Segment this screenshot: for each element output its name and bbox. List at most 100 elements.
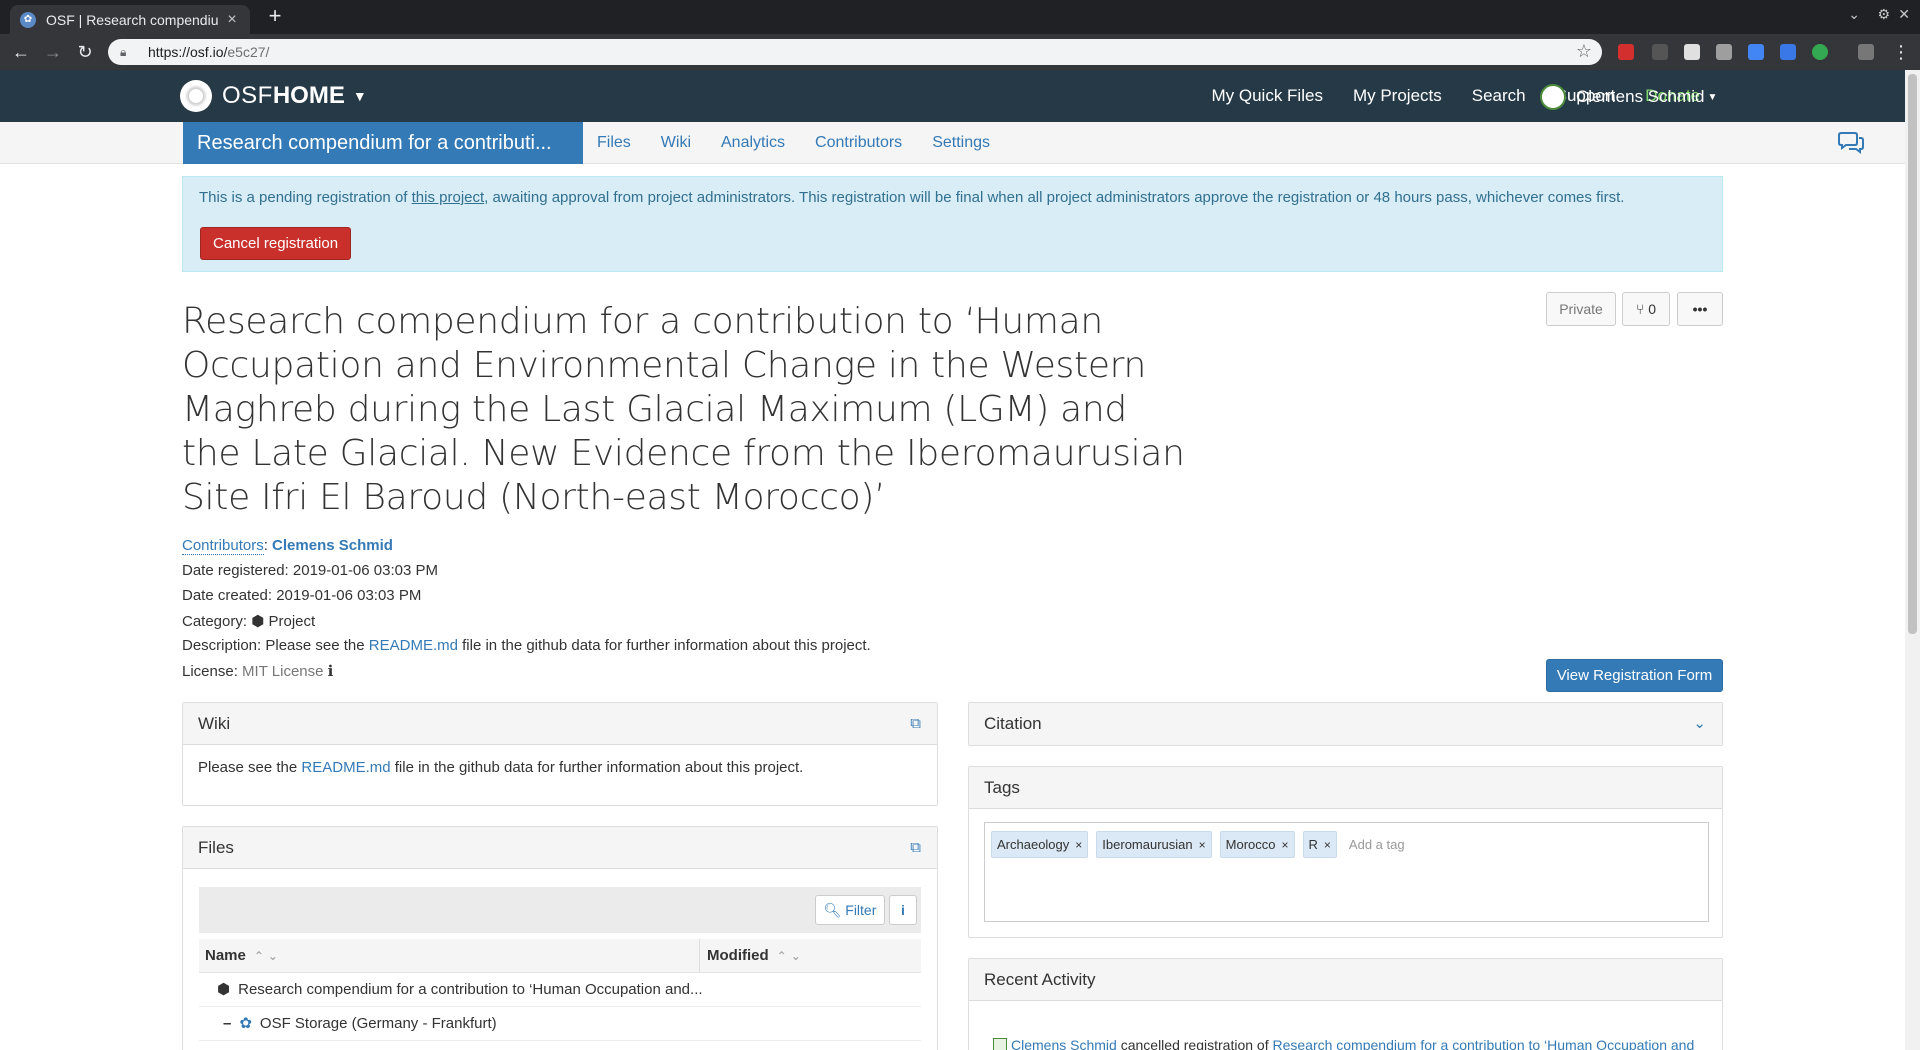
extension-icon[interactable] [1652, 44, 1668, 60]
file-row-name: OSF Storage (Germany - Frankfurt) [259, 1015, 497, 1032]
browser-tab[interactable]: ✿ OSF | Research compendium f × [10, 5, 250, 34]
view-registration-form-button[interactable]: View Registration Form [1546, 659, 1723, 692]
files-table-header: Name ⌃⌄ Modified ⌃⌄ [199, 939, 921, 973]
filter-button[interactable]: 🔍︎ Filter [815, 895, 885, 925]
extension-icon[interactable] [1748, 44, 1764, 60]
chevron-down-icon[interactable]: ⌄ [1693, 703, 1706, 745]
filter-label: Filter [845, 902, 877, 918]
name-column-header[interactable]: Name ⌃⌄ [205, 947, 282, 964]
reload-icon[interactable]: ↻ [74, 41, 96, 63]
table-row[interactable]: ⬢ Research compendium for a contribution … [199, 973, 921, 1007]
more-options-button[interactable]: ••• [1677, 292, 1723, 326]
close-tab-icon[interactable]: × [224, 11, 240, 29]
extension-icon[interactable] [1780, 44, 1796, 60]
back-icon[interactable]: ← [10, 41, 32, 63]
info-button[interactable]: i [889, 895, 917, 925]
new-tab-button[interactable]: + [264, 5, 286, 29]
tab-title: OSF | Research compendium f [46, 11, 218, 28]
tab-contributors[interactable]: Contributors [815, 134, 902, 152]
activity-action: cancelled registration of [1116, 1037, 1273, 1050]
activity-item: Clemens Schmid cancelled registration of… [993, 1037, 1694, 1050]
extension-icon[interactable] [1716, 44, 1732, 60]
forward-icon[interactable]: → [42, 41, 64, 63]
wiki-text-post: file in the github data for further info… [390, 759, 804, 776]
logo-home-text: HOME [272, 82, 345, 109]
files-heading: Files ⧉ [183, 827, 937, 869]
menu-icon[interactable]: ⋮ [1890, 41, 1912, 63]
table-row[interactable]: – ✿ OSF Storage (Germany - Frankfurt) [199, 1007, 921, 1041]
tags-heading: Tags [969, 767, 1722, 809]
tab-wiki[interactable]: Wiki [661, 134, 691, 152]
scrollbar-thumb[interactable] [1908, 74, 1917, 634]
description-line: Description: Please see the README.md fi… [182, 637, 871, 654]
tag-label: Archaeology [997, 837, 1070, 852]
file-row-name: Research compendium for a contribution t… [238, 981, 703, 998]
tab-files[interactable]: Files [597, 134, 631, 152]
sort-icon[interactable]: ⌃⌄ [254, 949, 282, 963]
date-created: Date created: 2019-01-06 03:03 PM [182, 587, 422, 604]
sort-icon[interactable]: ⌃⌄ [777, 949, 805, 963]
fork-icon: ⑂ [1635, 301, 1645, 317]
project-subnav: Research compendium for a contributi... … [0, 122, 1905, 164]
extension-icon[interactable] [1684, 44, 1700, 60]
wiki-readme-link[interactable]: README.md [301, 759, 390, 776]
logo-osf-text: OSF [222, 82, 273, 109]
info-icon[interactable]: ℹ [328, 663, 334, 680]
profile-icon[interactable] [1858, 44, 1874, 60]
col-name-label: Name [205, 947, 246, 964]
alert-text-post: , awaiting approval from project adminis… [484, 189, 1625, 206]
external-link-icon[interactable]: ⧉ [910, 703, 921, 745]
tab-search-icon[interactable]: ⌄ [1848, 6, 1860, 23]
page-scrollbar[interactable] [1905, 70, 1920, 1050]
external-link-icon[interactable]: ⧉ [910, 827, 921, 869]
modified-column-header[interactable]: Modified ⌃⌄ [707, 947, 805, 964]
avatar [1540, 84, 1566, 110]
search-icon: 🔍︎ [823, 902, 842, 918]
user-menu[interactable]: Clemens Schmid ▼ [1540, 84, 1717, 110]
fork-button[interactable]: ⑂ 0 [1622, 292, 1670, 326]
private-button[interactable]: Private [1546, 292, 1616, 326]
citation-title: Citation [984, 714, 1042, 733]
readme-link[interactable]: README.md [369, 637, 458, 654]
activity-user-link[interactable]: Clemens Schmid [1011, 1037, 1117, 1050]
description-post: file in the github data for further info… [457, 637, 871, 654]
nav-my-projects[interactable]: My Projects [1353, 86, 1442, 106]
license-value[interactable]: MIT License [242, 663, 323, 680]
extension-icon[interactable] [1618, 44, 1634, 60]
settings-gear-icon[interactable]: ⚙ [1877, 6, 1890, 23]
remove-tag-icon[interactable]: × [1324, 838, 1331, 852]
osf-home-logo[interactable]: OSF HOME ▼ [180, 80, 367, 112]
browser-tabstrip: ✿ OSF | Research compendium f × + ⌄ ⚙ ✕ [0, 0, 1920, 34]
tag-input-box[interactable]: Archaeology × Iberomaurusian × Morocco × R ×… [984, 822, 1709, 922]
remove-tag-icon[interactable]: × [1075, 838, 1082, 852]
bookmark-star-icon[interactable]: ☆ [1576, 41, 1592, 62]
nav-my-quick-files[interactable]: My Quick Files [1211, 86, 1322, 106]
tab-settings[interactable]: Settings [932, 134, 990, 152]
tab-analytics[interactable]: Analytics [721, 134, 785, 152]
this-project-link[interactable]: this project [412, 189, 485, 206]
cancel-registration-button[interactable]: Cancel registration [200, 227, 352, 260]
close-window-icon[interactable]: ✕ [1898, 6, 1910, 23]
remove-tag-icon[interactable]: × [1282, 838, 1289, 852]
comments-icon[interactable] [1837, 132, 1865, 160]
citation-panel[interactable]: Citation ⌄ [968, 702, 1723, 746]
collapse-icon[interactable]: – [223, 1015, 231, 1032]
address-bar[interactable]: 🔒︎ https://osf.io/e5c27/ ☆ [108, 39, 1602, 65]
user-name: Clemens Schmid [1576, 87, 1705, 106]
tag-chip: Morocco × [1219, 831, 1295, 858]
activity-target-link[interactable]: Research compendium for a contribution t… [1272, 1037, 1694, 1050]
caret-down-icon: ▼ [1707, 91, 1718, 103]
tag-label: R [1308, 837, 1318, 852]
nav-search[interactable]: Search [1472, 86, 1526, 106]
caret-down-icon[interactable]: ▼ [353, 88, 367, 104]
remove-tag-icon[interactable]: × [1199, 838, 1206, 852]
project-title-link[interactable]: Research compendium for a contributi... [183, 122, 583, 164]
extension-icon[interactable] [1812, 44, 1828, 60]
files-title: Files [198, 838, 234, 857]
contributors-link[interactable]: Contributors [182, 537, 264, 555]
license-line: License: MIT License ℹ [182, 662, 333, 680]
add-tag-input[interactable]: Add a tag [1345, 831, 1409, 858]
contributor-link[interactable]: Clemens Schmid [272, 537, 393, 554]
browser-toolbar: ← → ↻ 🔒︎ https://osf.io/e5c27/ ☆ ⋮ [0, 34, 1920, 70]
files-toolbar: 🔍︎ Filter i [199, 887, 921, 933]
